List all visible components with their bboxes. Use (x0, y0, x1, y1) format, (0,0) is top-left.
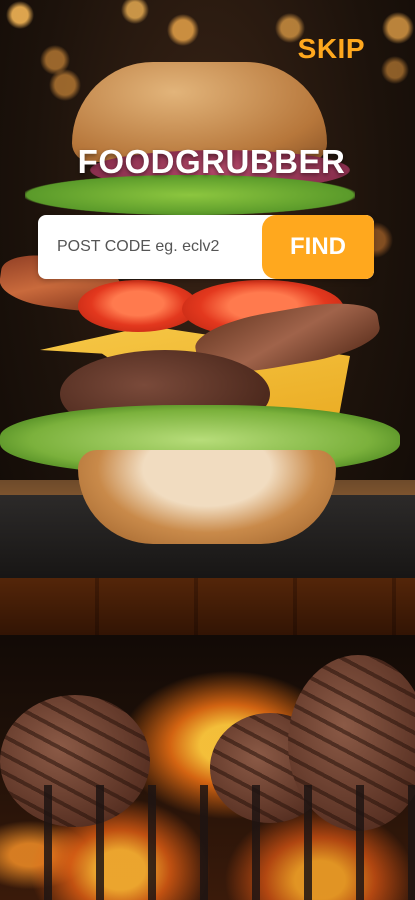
find-button[interactable]: FIND (262, 215, 374, 279)
bun-bottom (78, 450, 336, 544)
tomato-slice (78, 280, 198, 332)
skip-button[interactable]: SKIP (298, 33, 365, 65)
grill-grate (0, 785, 415, 900)
wood-table-front (0, 578, 415, 635)
postcode-input[interactable] (38, 215, 263, 279)
burger-hero-image (0, 0, 415, 635)
postcode-search-bar: FIND (38, 215, 374, 279)
lettuce-top (25, 175, 355, 215)
app-title: FOODGRUBBER (77, 143, 346, 180)
grill-footer-image (0, 635, 415, 900)
